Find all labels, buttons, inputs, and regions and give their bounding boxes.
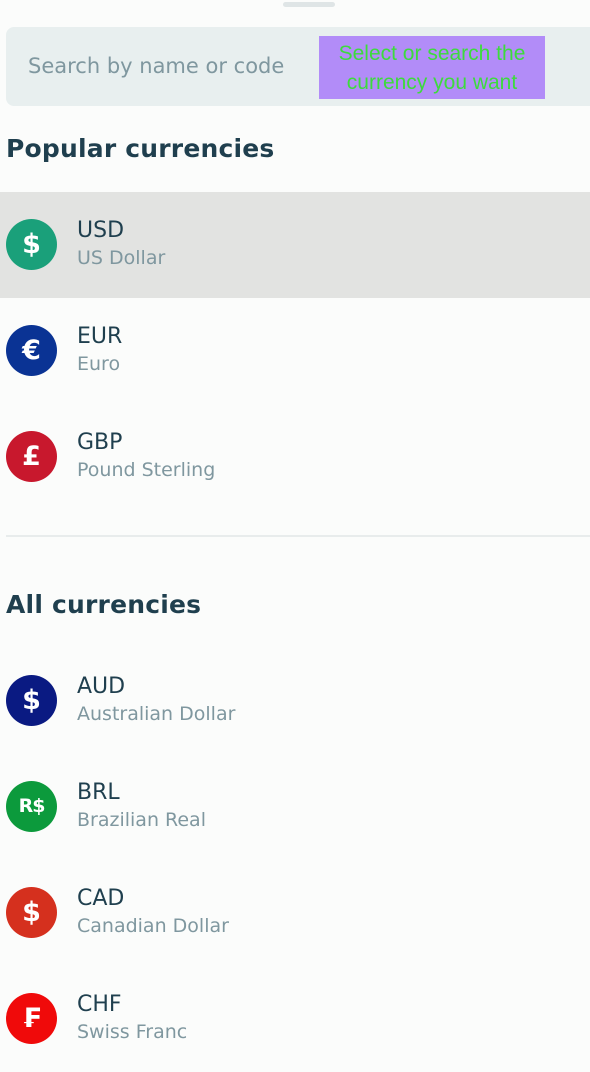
all-currencies-heading: All currencies [6, 590, 202, 619]
currency-row-cad[interactable]: $ CAD Canadian Dollar [0, 860, 590, 966]
currency-row-usd[interactable]: $ USD US Dollar [0, 192, 590, 298]
currency-name: Brazilian Real [77, 809, 206, 831]
currency-name: Pound Sterling [77, 459, 216, 481]
currency-name: Australian Dollar [77, 703, 236, 725]
dollar-icon: $ [6, 887, 57, 938]
dollar-icon: $ [6, 675, 57, 726]
section-divider [6, 535, 590, 537]
currency-name: Swiss Franc [77, 1021, 188, 1043]
drag-handle[interactable] [283, 2, 335, 7]
currency-name: Euro [77, 353, 121, 375]
currency-code: GBP [77, 430, 123, 455]
currency-code: CAD [77, 886, 125, 911]
euro-icon: € [6, 325, 57, 376]
currency-row-aud[interactable]: $ AUD Australian Dollar [0, 648, 590, 754]
search-input[interactable] [28, 27, 308, 106]
currency-row-chf[interactable]: ₣ CHF Swiss Franc [0, 966, 590, 1072]
real-icon: R$ [6, 781, 57, 832]
currency-code: BRL [77, 780, 120, 805]
franc-icon: ₣ [6, 993, 57, 1044]
dollar-icon: $ [6, 219, 57, 270]
pound-icon: £ [6, 431, 57, 482]
currency-row-eur[interactable]: € EUR Euro [0, 298, 590, 404]
currency-name: Canadian Dollar [77, 915, 229, 937]
currency-code: USD [77, 218, 125, 243]
currency-code: AUD [77, 674, 126, 699]
currency-row-brl[interactable]: R$ BRL Brazilian Real [0, 754, 590, 860]
currency-row-gbp[interactable]: £ GBP Pound Sterling [0, 404, 590, 510]
currency-name: US Dollar [77, 247, 166, 269]
popular-currencies-heading: Popular currencies [6, 134, 275, 163]
currency-code: EUR [77, 324, 123, 349]
onboarding-tooltip: Select or search the currency you want [319, 36, 545, 99]
currency-code: CHF [77, 992, 122, 1017]
